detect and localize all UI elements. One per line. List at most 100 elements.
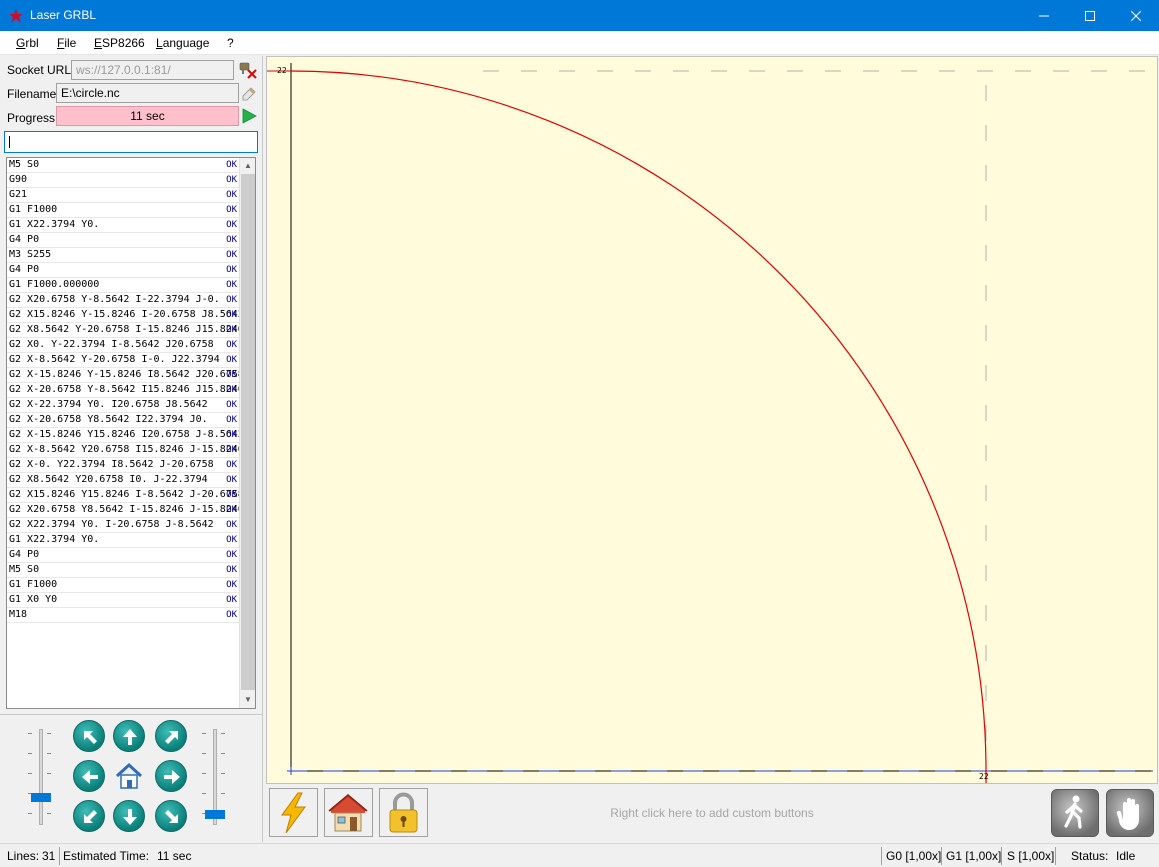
- log-row[interactable]: G1 X22.3794 Y0. OK: [7, 218, 239, 233]
- log-status: OK: [226, 520, 237, 530]
- jog-ne-button[interactable]: [155, 720, 187, 752]
- log-scrollbar[interactable]: ▲ ▼: [239, 158, 255, 708]
- minimize-button[interactable]: [1021, 0, 1067, 31]
- log-row[interactable]: G1 F1000 OK: [7, 578, 239, 593]
- jog-w-button[interactable]: [73, 760, 105, 792]
- log-row[interactable]: G2 X20.6758 Y8.5642 I-15.8246 J-15.8246 O…: [7, 503, 239, 518]
- connect-button[interactable]: [238, 60, 258, 80]
- log-status: OK: [226, 220, 237, 230]
- speed-slider-thumb[interactable]: [31, 793, 51, 802]
- lines-value: 31: [42, 849, 56, 863]
- abort-button[interactable]: [1106, 789, 1154, 837]
- jog-n-button[interactable]: [113, 720, 145, 752]
- eraser-icon: [242, 87, 256, 101]
- log-row[interactable]: G2 X-15.8246 Y-15.8246 I8.5642 J20.6758 O…: [7, 368, 239, 383]
- socket-url-field[interactable]: ws://127.0.0.1:81/: [71, 60, 234, 80]
- log-status: OK: [226, 325, 237, 335]
- filename-field[interactable]: E:\circle.nc: [56, 83, 239, 103]
- log-command: G2 X15.8246 Y-15.8246 I-20.6758 J8.5642: [9, 309, 239, 320]
- step-slider-thumb[interactable]: [205, 810, 225, 819]
- home-icon: [115, 762, 143, 789]
- status-label: Status:: [1071, 849, 1109, 863]
- log-row[interactable]: G4 P0 OK: [7, 263, 239, 278]
- preview-canvas[interactable]: 22 22: [266, 56, 1158, 784]
- log-command: G2 X-8.5642 Y20.6758 I15.8246 J-15.8246: [9, 444, 239, 455]
- custom-button-bar[interactable]: Right click here to add custom buttons: [266, 784, 1158, 842]
- log-row[interactable]: G2 X-8.5642 Y-20.6758 I-0. J22.3794 OK: [7, 353, 239, 368]
- command-log[interactable]: M5 S0 OK G90 OK G21 OK G1 F1000 OK G1 X22.3794 Y…: [6, 157, 256, 709]
- log-row[interactable]: G2 X-15.8246 Y15.8246 I20.6758 J-8.5642 O…: [7, 428, 239, 443]
- menu-esp8266[interactable]: ESP8266: [94, 36, 145, 50]
- log-row[interactable]: G21 OK: [7, 188, 239, 203]
- menu-file[interactable]: File: [57, 36, 76, 50]
- log-row[interactable]: G2 X15.8246 Y-15.8246 I-20.6758 J8.5642 O…: [7, 308, 239, 323]
- log-row[interactable]: G1 F1000 OK: [7, 203, 239, 218]
- log-row[interactable]: G1 X22.3794 Y0. OK: [7, 533, 239, 548]
- log-command: G2 X-0. Y22.3794 I8.5642 J-20.6758: [9, 459, 214, 470]
- log-row[interactable]: G2 X-0. Y22.3794 I8.5642 J-20.6758 OK: [7, 458, 239, 473]
- log-command: G90: [9, 174, 28, 185]
- estimated-time-label: Estimated Time:: [63, 849, 150, 863]
- log-row[interactable]: G2 X-20.6758 Y8.5642 I22.3794 J0. OK: [7, 413, 239, 428]
- log-command: G2 X-15.8246 Y-15.8246 I8.5642 J20.6758: [9, 369, 239, 380]
- close-button[interactable]: [1113, 0, 1159, 31]
- log-row[interactable]: G2 X15.8246 Y15.8246 I-8.5642 J-20.6758 O…: [7, 488, 239, 503]
- log-row[interactable]: M18 OK: [7, 608, 239, 623]
- command-input[interactable]: [4, 131, 258, 153]
- laser-app-icon: [9, 9, 23, 23]
- log-row[interactable]: G2 X8.5642 Y-20.6758 I-15.8246 J15.8246 O…: [7, 323, 239, 338]
- lines-label: Lines:: [7, 849, 40, 863]
- s-override[interactable]: S [1,00x]: [1007, 849, 1054, 863]
- jog-sw-button[interactable]: [73, 800, 105, 832]
- log-row[interactable]: G90 OK: [7, 173, 239, 188]
- log-row[interactable]: M5 S0 OK: [7, 158, 239, 173]
- jog-e-button[interactable]: [155, 760, 187, 792]
- log-command: G2 X22.3794 Y0. I-20.6758 J-8.5642: [9, 519, 214, 530]
- log-row[interactable]: G2 X8.5642 Y20.6758 I0. J-22.3794 OK: [7, 473, 239, 488]
- log-status: OK: [226, 250, 237, 260]
- log-row[interactable]: G4 P0 OK: [7, 548, 239, 563]
- title-bar: Laser GRBL: [0, 0, 1159, 31]
- speed-slider-track[interactable]: [39, 729, 43, 825]
- log-status: OK: [226, 190, 237, 200]
- menu-help[interactable]: ?: [227, 36, 234, 50]
- jog-home-button[interactable]: [113, 760, 145, 792]
- scroll-up-icon[interactable]: ▲: [240, 158, 255, 174]
- log-row[interactable]: M3 S255 OK: [7, 248, 239, 263]
- status-bar: Lines: 31 Estimated Time: 11 sec G0 [1,0…: [0, 843, 1159, 867]
- log-row[interactable]: G2 X0. Y-22.3794 I-8.5642 J20.6758 OK: [7, 338, 239, 353]
- log-command: G1 X22.3794 Y0.: [9, 534, 100, 545]
- log-row[interactable]: G1 X0 Y0 OK: [7, 593, 239, 608]
- window-title: Laser GRBL: [30, 8, 97, 22]
- log-status: OK: [226, 160, 237, 170]
- log-status: OK: [226, 595, 237, 605]
- menu-grbl[interactable]: Grbl: [16, 36, 39, 50]
- log-row[interactable]: G2 X-22.3794 Y0. I20.6758 J8.5642 OK: [7, 398, 239, 413]
- log-status: OK: [226, 460, 237, 470]
- maximize-button[interactable]: [1067, 0, 1113, 31]
- log-row[interactable]: G1 F1000.000000 OK: [7, 278, 239, 293]
- g1-override[interactable]: G1 [1,00x]: [946, 849, 1001, 863]
- progress-bar: 11 sec: [56, 106, 239, 126]
- scroll-thumb[interactable]: [241, 174, 255, 690]
- log-row[interactable]: M5 S0 OK: [7, 563, 239, 578]
- menu-language[interactable]: Language: [156, 36, 209, 50]
- feed-hold-button[interactable]: [1051, 789, 1099, 837]
- log-status: OK: [226, 235, 237, 245]
- estimated-time-value: 11 sec: [157, 849, 192, 863]
- open-file-button[interactable]: [240, 84, 258, 102]
- jog-se-button[interactable]: [155, 800, 187, 832]
- jog-nw-button[interactable]: [73, 720, 105, 752]
- jog-s-button[interactable]: [113, 800, 145, 832]
- log-status: OK: [226, 400, 237, 410]
- log-command: M5 S0: [9, 564, 40, 575]
- log-row[interactable]: G2 X-8.5642 Y20.6758 I15.8246 J-15.8246 O…: [7, 443, 239, 458]
- log-row[interactable]: G2 X-20.6758 Y-8.5642 I15.8246 J15.8246 O…: [7, 383, 239, 398]
- g0-override[interactable]: G0 [1,00x]: [886, 849, 941, 863]
- log-row[interactable]: G2 X22.3794 Y0. I-20.6758 J-8.5642 OK: [7, 518, 239, 533]
- run-button[interactable]: [241, 108, 257, 124]
- log-row[interactable]: G2 X20.6758 Y-8.5642 I-22.3794 J-0. OK: [7, 293, 239, 308]
- log-row[interactable]: G4 P0 OK: [7, 233, 239, 248]
- scroll-down-icon[interactable]: ▼: [240, 692, 255, 708]
- log-command: G2 X8.5642 Y-20.6758 I-15.8246 J15.8246: [9, 324, 239, 335]
